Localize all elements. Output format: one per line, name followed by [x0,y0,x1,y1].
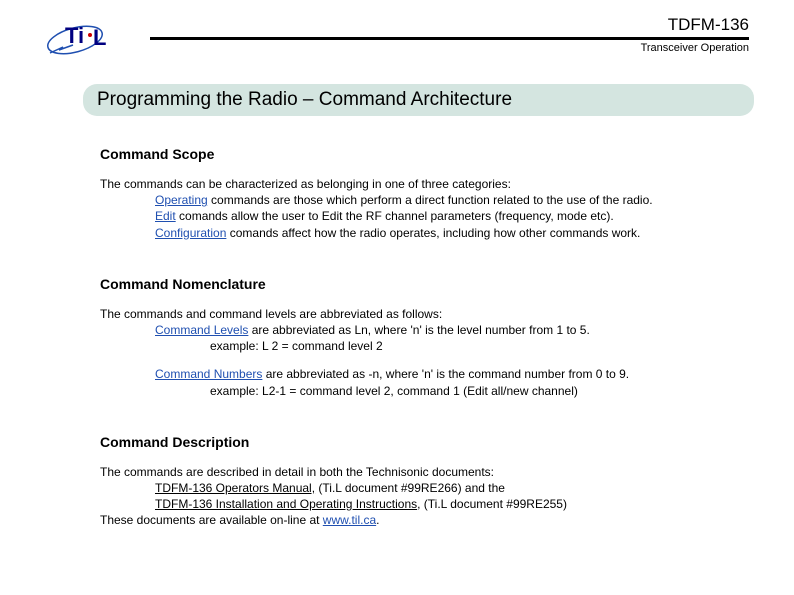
scope-item: Operating commands are those which perfo… [155,192,754,208]
svg-text:Ti: Ti [65,23,84,48]
section-heading: Command Nomenclature [100,276,754,292]
online-note: These documents are available on-line at… [100,512,754,528]
scope-item: Edit comands allow the user to Edit the … [155,208,754,224]
nomenclature-intro: The commands and command levels are abbr… [100,306,754,322]
nomenclature-levels: Command Levels are abbreviated as Ln, wh… [155,322,754,338]
section-command-nomenclature: Command Nomenclature The commands and co… [88,276,754,399]
description-intro: The commands are described in detail in … [100,464,754,480]
section-command-description: Command Description The commands are des… [88,434,754,529]
svg-text:L: L [93,25,106,50]
section-heading: Command Scope [100,146,754,162]
website-link[interactable]: www.til.ca [323,513,376,527]
doc-reference: TDFM-136 Operators Manual, (Ti.L documen… [155,480,754,496]
section-command-scope: Command Scope The commands can be charac… [88,146,754,241]
doc-reference: TDFM-136 Installation and Operating Inst… [155,496,754,512]
nomenclature-example: example: L2-1 = command level 2, command… [155,383,754,399]
scope-intro: The commands can be characterized as bel… [100,176,754,192]
section-heading: Command Description [100,434,754,450]
page-title: Programming the Radio – Command Architec… [97,89,512,110]
document-content: Programming the Radio – Command Architec… [0,54,794,528]
header-subtitle: Transceiver Operation [40,42,749,54]
scope-item: Configuration comands affect how the rad… [155,225,754,241]
document-header: Ti L TDFM-136 Transceiver Operation [0,0,794,54]
header-rule [150,37,749,40]
nomenclature-example: example: L 2 = command level 2 [155,338,754,354]
model-number: TDFM-136 [40,15,749,35]
page-title-bar: Programming the Radio – Command Architec… [83,84,754,116]
company-logo: Ti L [45,15,120,65]
nomenclature-numbers: Command Numbers are abbreviated as -n, w… [155,366,754,382]
